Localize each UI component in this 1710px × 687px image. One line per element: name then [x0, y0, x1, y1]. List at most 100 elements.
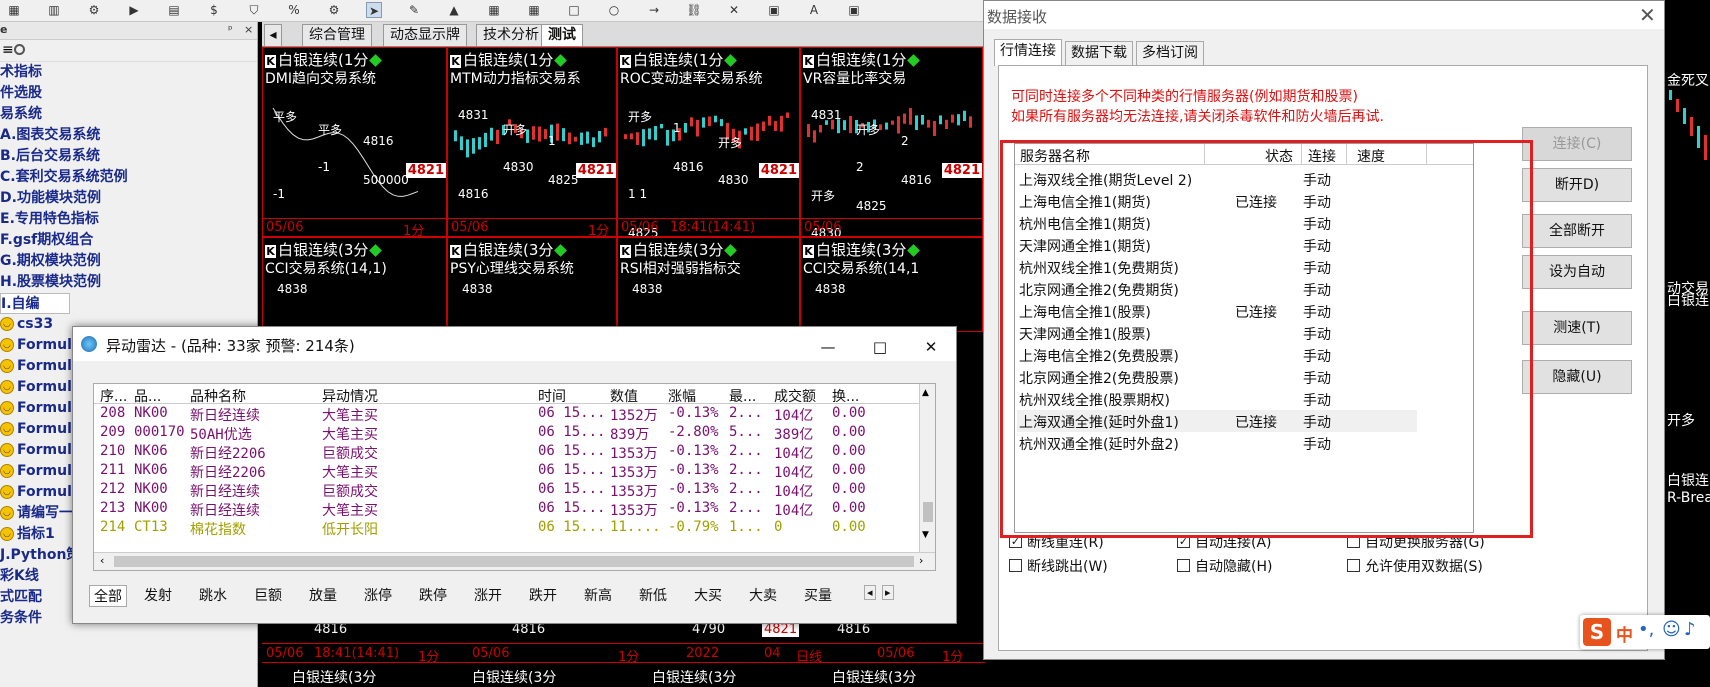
tree-item[interactable]: E.专用特色指标: [0, 209, 99, 230]
tree-item[interactable]: ◡ Formul: [0, 419, 72, 440]
tree-item[interactable]: ◡ Formul: [0, 356, 72, 377]
table-row[interactable]: 214 CT13 棉花指数 低开长阳 06 15... 11.... -0.79% 1... 0…: [94, 518, 935, 538]
radar-tab[interactable]: 新高: [584, 585, 612, 605]
radar-hscroll[interactable]: ‹ ›: [94, 552, 935, 570]
tab-dynamic-board[interactable]: 动态显示牌: [383, 24, 467, 46]
tab-technical-analysis[interactable]: 技术分析: [476, 24, 546, 46]
radar-tab[interactable]: 涨开: [474, 585, 502, 605]
connect-button[interactable]: 连接(C): [1522, 127, 1632, 161]
table-row[interactable]: 211 NK06 新日经2206 大笔主买 06 15... 1353万 -0.13% 2..…: [94, 461, 935, 481]
pencil-icon[interactable]: ✎: [406, 2, 422, 18]
scroll-down-icon[interactable]: ▼: [922, 530, 929, 540]
tree-item[interactable]: 术指标: [0, 62, 42, 83]
tree-item[interactable]: ◡ Formul: [0, 398, 72, 419]
speed-test-button[interactable]: 测速(T): [1522, 311, 1632, 345]
set-auto-button[interactable]: 设为自动: [1522, 255, 1632, 289]
radar-col-header[interactable]: 成交额: [774, 386, 816, 406]
checkbox-box[interactable]: [1009, 558, 1022, 572]
dollar-icon[interactable]: $: [206, 2, 222, 18]
table-row[interactable]: 212 NK00 新日经连续 巨额成交 06 15... 1353万 -0.13% 2... 1…: [94, 480, 935, 500]
tree-item[interactable]: ◡ Formul: [0, 377, 72, 398]
radar-tab[interactable]: 全部: [89, 585, 127, 607]
tree-item[interactable]: ◡ Formul: [0, 335, 72, 356]
disconnect-button[interactable]: 断开D): [1522, 168, 1632, 202]
radar-tab[interactable]: 跌开: [529, 585, 557, 605]
grid-icon[interactable]: ▦: [6, 2, 22, 18]
minimize-icon[interactable]: —: [813, 335, 843, 359]
radar-tab[interactable]: 巨额: [254, 585, 282, 605]
circle-icon[interactable]: ○: [606, 2, 622, 18]
tree-item[interactable]: 务条件: [0, 608, 42, 629]
radar-col-header[interactable]: 异动情况: [322, 386, 378, 406]
chart-cell[interactable]: K 白银连续(1分 MTM动力指标交易系 4821 4831 开多 1 4816 4830 482…: [447, 47, 617, 237]
ime-mode-label[interactable]: 中: [1616, 621, 1633, 646]
tree-item[interactable]: ◡ cs33: [0, 314, 53, 335]
tree-item[interactable]: 式匹配: [0, 587, 42, 608]
font-icon[interactable]: A: [806, 2, 822, 18]
chart-cell[interactable]: K 白银连续(1分 ROC变动速率交易系统 4821 开多 1 开多 1 1 4816 4830 4…: [617, 47, 800, 237]
tree-item[interactable]: 彩K线: [0, 566, 39, 587]
scroll-right-icon[interactable]: ▸: [882, 585, 894, 600]
checkbox-box[interactable]: [1347, 558, 1360, 572]
tree-item[interactable]: C.套利交易系统范例: [0, 167, 128, 188]
radar-tab[interactable]: 大买: [694, 585, 722, 605]
doc-icon[interactable]: ▤: [166, 2, 182, 18]
tree-item[interactable]: A.图表交易系统: [0, 125, 100, 146]
emoji-icon[interactable]: ☺: [1662, 619, 1681, 640]
checkbox-option[interactable]: 断线跳出(W): [1009, 556, 1108, 576]
radar-col-header[interactable]: 品种名称: [190, 386, 246, 406]
grid-icon[interactable]: ▦: [526, 2, 542, 18]
tree-item[interactable]: I.自编: [0, 293, 70, 314]
gear-icon[interactable]: ⚙: [326, 2, 342, 18]
play-icon[interactable]: ▶: [126, 2, 142, 18]
pin-icon[interactable]: ᵖ: [228, 23, 233, 36]
tree-item[interactable]: H.股票模块范例: [0, 272, 101, 293]
tab-scroll-left-icon[interactable]: ◂: [264, 24, 282, 46]
radar-col-header[interactable]: 序...: [100, 386, 127, 406]
radar-tab[interactable]: 买量: [804, 585, 832, 605]
table-row[interactable]: 210 NK06 新日经2206 巨额成交 06 15... 1353万 -0.13% 2..…: [94, 442, 935, 462]
settings-icon[interactable]: ⚙: [86, 2, 102, 18]
close-icon[interactable]: ✕: [726, 2, 742, 18]
bar-chart-icon[interactable]: ▥: [46, 2, 62, 18]
chart-cell[interactable]: K 白银连续(3分 CCI交易系统(14,1) 4838: [262, 237, 447, 332]
chart-cell[interactable]: K 白银连续(3分 CCI交易系统(14,1 4838: [800, 237, 983, 332]
tab-multilevel-subscribe[interactable]: 多档订阅: [1136, 41, 1204, 65]
checkbox-option[interactable]: 自动隐藏(H): [1177, 556, 1272, 576]
tree-item[interactable]: F.gsf期权组合: [0, 230, 93, 251]
radar-tab[interactable]: 发射: [144, 585, 172, 605]
tree-item[interactable]: G.期权模块范例: [0, 251, 101, 272]
scroll-right-icon[interactable]: ›: [919, 554, 923, 567]
chart-cell[interactable]: K 白银连续(1分 VR容量比率交易 4821 4831 开多 2 开多 2 4816 4830 48…: [800, 47, 983, 237]
chart-cell[interactable]: K 白银连续(1分 DMI趋向交易系统 4821 平多 平多 4816 -1 -1 500000 0…: [262, 47, 447, 237]
search-icon[interactable]: [14, 44, 25, 55]
tree-item[interactable]: 易系统: [0, 104, 42, 125]
tab-test[interactable]: 测试: [541, 24, 583, 46]
tree-item[interactable]: ◡ 请编写一: [0, 503, 73, 524]
left-search[interactable]: ≡: [0, 40, 257, 62]
tree-item[interactable]: ◡ 指标1: [0, 524, 55, 545]
scroll-left-icon[interactable]: ‹: [100, 554, 104, 567]
chart-icon[interactable]: ▲: [446, 2, 462, 18]
radar-col-header[interactable]: 时间: [538, 386, 566, 406]
radar-col-header[interactable]: 涨幅: [668, 386, 696, 406]
radar-col-header[interactable]: 数值: [610, 386, 638, 406]
radar-col-header[interactable]: 最...: [729, 386, 756, 406]
arrow-icon[interactable]: →: [646, 2, 662, 18]
close-icon[interactable]: ✕: [1639, 3, 1656, 27]
table-row[interactable]: 209 000170 50AH优选 大笔主买 06 15... 839万 -2.80% 5..…: [94, 423, 935, 443]
calendar-icon[interactable]: ▦: [486, 2, 502, 18]
percent-icon[interactable]: %: [286, 2, 302, 18]
save-icon[interactable]: ▣: [766, 2, 782, 18]
ime-toolbar[interactable]: S 中 •, ☺ ♪: [1580, 615, 1710, 649]
radar-tab[interactable]: 跳水: [199, 585, 227, 605]
tree-item[interactable]: B.后台交易系统: [0, 146, 100, 167]
scroll-up-icon[interactable]: ▲: [922, 388, 929, 398]
scroll-left-icon[interactable]: ◂: [864, 585, 876, 600]
radar-tab[interactable]: 跌停: [419, 585, 447, 605]
checkbox-option[interactable]: 允许使用双数据(S): [1347, 556, 1483, 576]
link-icon[interactable]: ⛓: [686, 2, 702, 18]
radar-tab[interactable]: 大卖: [749, 585, 777, 605]
filter-icon[interactable]: ⛉: [246, 2, 262, 18]
tab-data-download[interactable]: 数据下载: [1065, 41, 1133, 65]
